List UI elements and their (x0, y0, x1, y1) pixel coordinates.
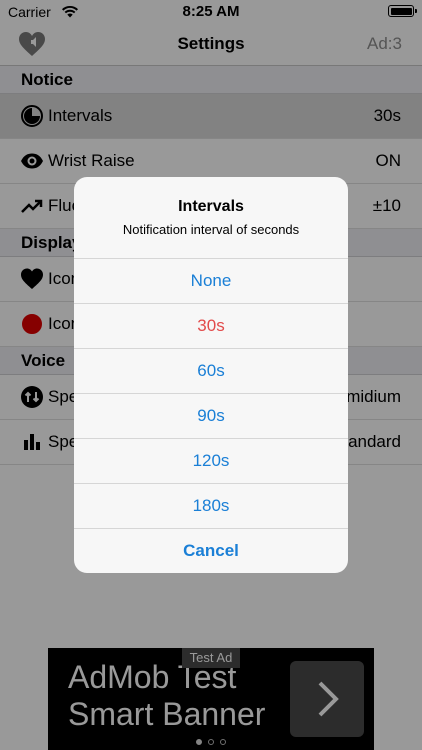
intervals-dialog: Intervals Notification interval of secon… (74, 177, 348, 573)
option-30s-button[interactable]: 30s (74, 303, 348, 348)
cancel-button[interactable]: Cancel (74, 528, 348, 573)
option-120s-button[interactable]: 120s (74, 438, 348, 483)
option-60s-button[interactable]: 60s (74, 348, 348, 393)
option-90s-button[interactable]: 90s (74, 393, 348, 438)
dialog-title: Intervals (178, 198, 244, 215)
dialog-message: Notification interval of seconds (122, 222, 300, 237)
option-none-button[interactable]: None (74, 258, 348, 303)
option-180s-button[interactable]: 180s (74, 483, 348, 528)
